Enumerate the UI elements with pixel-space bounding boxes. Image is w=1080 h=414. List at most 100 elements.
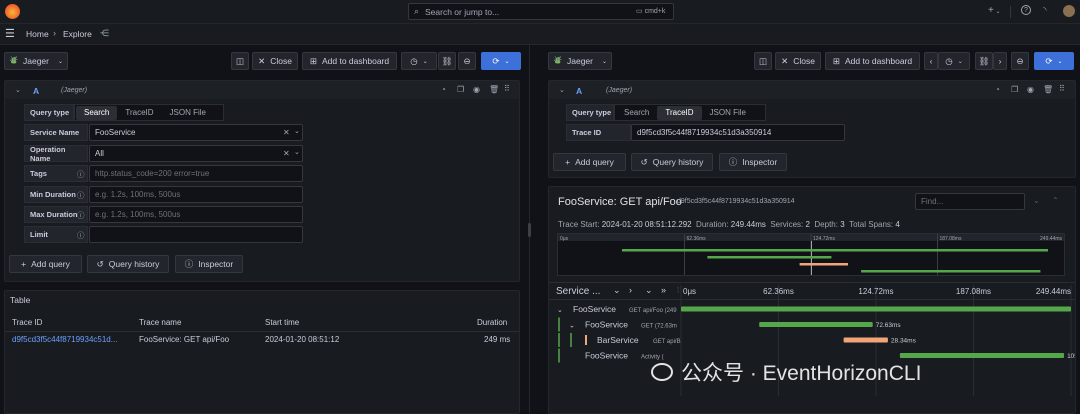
tab-search[interactable]: Search bbox=[76, 105, 118, 120]
trace-id-label: Trace ID bbox=[566, 124, 631, 141]
collapse-chevron-icon[interactable]: ⌄ bbox=[15, 86, 21, 94]
trace-id-input[interactable]: d9f5cd3f5c44f8719934c51d3a350914 bbox=[631, 124, 845, 141]
trace-title: FooService: GET api/Foo bbox=[558, 196, 682, 208]
right-close-button[interactable]: ✕ Close bbox=[775, 52, 821, 70]
right-time-picker[interactable]: ◷ ⌄ bbox=[938, 52, 970, 70]
service-name-select[interactable]: FooService ✕ ⌄ bbox=[89, 124, 303, 141]
right-add-to-dashboard-button[interactable]: ⊞ Add to dashboard bbox=[825, 52, 920, 70]
eye-icon[interactable]: ◉ bbox=[1027, 86, 1034, 94]
left-query-ds: (Jaeger) bbox=[61, 87, 88, 94]
max-duration-input[interactable]: e.g. 1.2s, 100ms, 500us bbox=[89, 206, 303, 223]
avatar[interactable] bbox=[1063, 5, 1075, 17]
grafana-logo-icon[interactable] bbox=[5, 4, 20, 19]
left-query-history-button[interactable]: ↺ Query history bbox=[87, 255, 169, 273]
left-run-query-button[interactable]: ⟳ ⌄ bbox=[481, 52, 521, 70]
column-trace-id[interactable]: Trace ID bbox=[12, 318, 42, 327]
right-datasource-picker[interactable]: ⛇ Jaeger ⌄ bbox=[548, 52, 612, 70]
duplicate-icon[interactable]: ❐ bbox=[1011, 86, 1018, 94]
left-time-picker[interactable]: ◷ ⌄ bbox=[401, 52, 437, 70]
service-name-value: FooService bbox=[95, 128, 136, 137]
timeline-tick-label: 124.72ms bbox=[858, 287, 893, 296]
new-plus-button[interactable]: + ⌄ bbox=[988, 5, 1001, 16]
column-start-time[interactable]: Start time bbox=[265, 318, 299, 327]
right-query-editor: ⌄ A (Jaeger) ◔ ❐ ◉ 🗑 ⠿ Query type Search… bbox=[548, 80, 1076, 178]
trace-find-input[interactable]: Find... bbox=[915, 193, 1025, 210]
find-next-icon[interactable]: ⌄ bbox=[1033, 196, 1040, 205]
minimap-tick-label: 62.36ms bbox=[687, 236, 707, 242]
right-run-query-button[interactable]: ⟳ ⌄ bbox=[1034, 52, 1074, 70]
breadcrumb-home[interactable]: Home bbox=[26, 29, 49, 39]
left-datasource-picker[interactable]: ⛇ Jaeger ⌄ bbox=[4, 52, 68, 70]
right-inspector-button[interactable]: ⓘ Inspector bbox=[719, 153, 787, 171]
tab-json-file[interactable]: JSON File bbox=[162, 106, 214, 120]
right-query-history-button[interactable]: ↺ Query history bbox=[631, 153, 713, 171]
pane-splitter[interactable] bbox=[527, 45, 533, 414]
find-prev-icon[interactable]: ⌃ bbox=[1052, 196, 1059, 205]
search-bar[interactable]: ⌕ Search or jump to... ▭ cmd+k bbox=[408, 3, 674, 20]
tab-traceid[interactable]: TraceID bbox=[657, 105, 702, 120]
duplicate-icon[interactable]: ❐ bbox=[457, 86, 464, 94]
limit-input[interactable] bbox=[89, 226, 303, 243]
help-icon[interactable]: ◔ bbox=[441, 86, 446, 94]
column-duration[interactable]: Duration bbox=[477, 318, 507, 327]
trace-id-value: d9f5cd3f5c44f8719934c51d3a350914 bbox=[637, 128, 772, 137]
collapse-chevron-icon[interactable]: ⌄ bbox=[559, 86, 565, 94]
clear-icon[interactable]: ✕ bbox=[283, 149, 290, 158]
left-add-query-button[interactable]: + Add query bbox=[9, 255, 82, 273]
right-add-query-button[interactable]: + Add query bbox=[553, 153, 626, 171]
split-icon: ◫ bbox=[235, 55, 245, 66]
left-query-letter: A bbox=[33, 86, 40, 96]
span-service-name: BarService bbox=[597, 335, 639, 345]
cell-trace-id[interactable]: d9f5cd3f5c44f8719934c51d... bbox=[12, 335, 117, 344]
span-toggle-icon: ⌄ bbox=[569, 323, 575, 330]
total-spans-value: 4 bbox=[895, 220, 900, 229]
left-zoom-out-button[interactable]: ⊖ bbox=[458, 52, 476, 70]
right-query-ds: (Jaeger) bbox=[606, 87, 633, 94]
timeline-tick-label: 62.36ms bbox=[763, 287, 794, 296]
plus-icon: + bbox=[565, 157, 571, 167]
drag-handle-icon[interactable]: ⠿ bbox=[504, 85, 510, 93]
info-circle-icon: ⓘ bbox=[184, 259, 194, 269]
breadcrumb-explore[interactable]: Explore bbox=[63, 29, 92, 39]
left-close-button[interactable]: ✕ Close bbox=[252, 52, 298, 70]
span-bar bbox=[843, 337, 888, 343]
help-icon[interactable]: ? bbox=[1021, 5, 1031, 15]
share-icon[interactable]: ⋲ bbox=[100, 28, 109, 39]
max-duration-label: Max Duration ⓘ bbox=[24, 206, 88, 223]
history-icon: ↺ bbox=[96, 258, 104, 269]
left-inspector-button[interactable]: ⓘ Inspector bbox=[175, 255, 243, 273]
timeline-tick-label: 187.08ms bbox=[956, 287, 991, 296]
eye-icon[interactable]: ◉ bbox=[473, 86, 480, 94]
trace-summary: Trace Start: 2024-01-20 08:51:12.292 Dur… bbox=[558, 220, 900, 229]
right-query-history-label: Query history bbox=[652, 157, 704, 167]
tab-json-file[interactable]: JSON File bbox=[702, 106, 754, 120]
left-add-to-dashboard-button[interactable]: ⊞ Add to dashboard bbox=[302, 52, 397, 70]
span-bar bbox=[681, 306, 1071, 312]
right-time-back-button[interactable]: ‹ bbox=[924, 52, 938, 70]
menu-icon[interactable]: ☰ bbox=[5, 27, 15, 40]
left-split-button[interactable]: ◫ bbox=[231, 52, 249, 70]
trace-minimap[interactable]: 0μs 62.36ms 124.72ms 187.08ms 249.44ms bbox=[557, 233, 1065, 276]
min-duration-input[interactable]: e.g. 1.2s, 100ms, 500us bbox=[89, 186, 303, 203]
trash-icon[interactable]: 🗑 bbox=[1043, 86, 1053, 94]
right-inspector-label: Inspector bbox=[742, 157, 778, 167]
tab-search[interactable]: Search bbox=[616, 106, 657, 120]
max-duration-placeholder: e.g. 1.2s, 100ms, 500us bbox=[95, 210, 181, 219]
tags-input[interactable]: http.status_code=200 error=true bbox=[89, 165, 303, 182]
tab-traceid[interactable]: TraceID bbox=[117, 106, 161, 120]
right-zoom-out-button[interactable]: ⊖ bbox=[1011, 52, 1029, 70]
drag-handle-icon[interactable]: ⠿ bbox=[1059, 85, 1065, 93]
right-link-button[interactable]: ⛓ bbox=[975, 52, 993, 70]
right-time-forward-button[interactable]: › bbox=[993, 52, 1007, 70]
services-value: 2 bbox=[805, 220, 810, 229]
rss-icon[interactable]: ◝ bbox=[1043, 5, 1047, 16]
column-trace-name[interactable]: Trace name bbox=[139, 318, 181, 327]
info-icon: ⓘ bbox=[77, 211, 85, 220]
clear-icon[interactable]: ✕ bbox=[283, 128, 290, 137]
help-icon[interactable]: ◔ bbox=[995, 86, 1000, 94]
span-operation-name: GET api/B bbox=[653, 339, 681, 345]
right-split-button[interactable]: ◫ bbox=[754, 52, 772, 70]
left-link-button[interactable]: ⛓ bbox=[438, 52, 456, 70]
operation-name-select[interactable]: All ✕ ⌄ bbox=[89, 145, 303, 162]
trash-icon[interactable]: 🗑 bbox=[489, 86, 499, 94]
